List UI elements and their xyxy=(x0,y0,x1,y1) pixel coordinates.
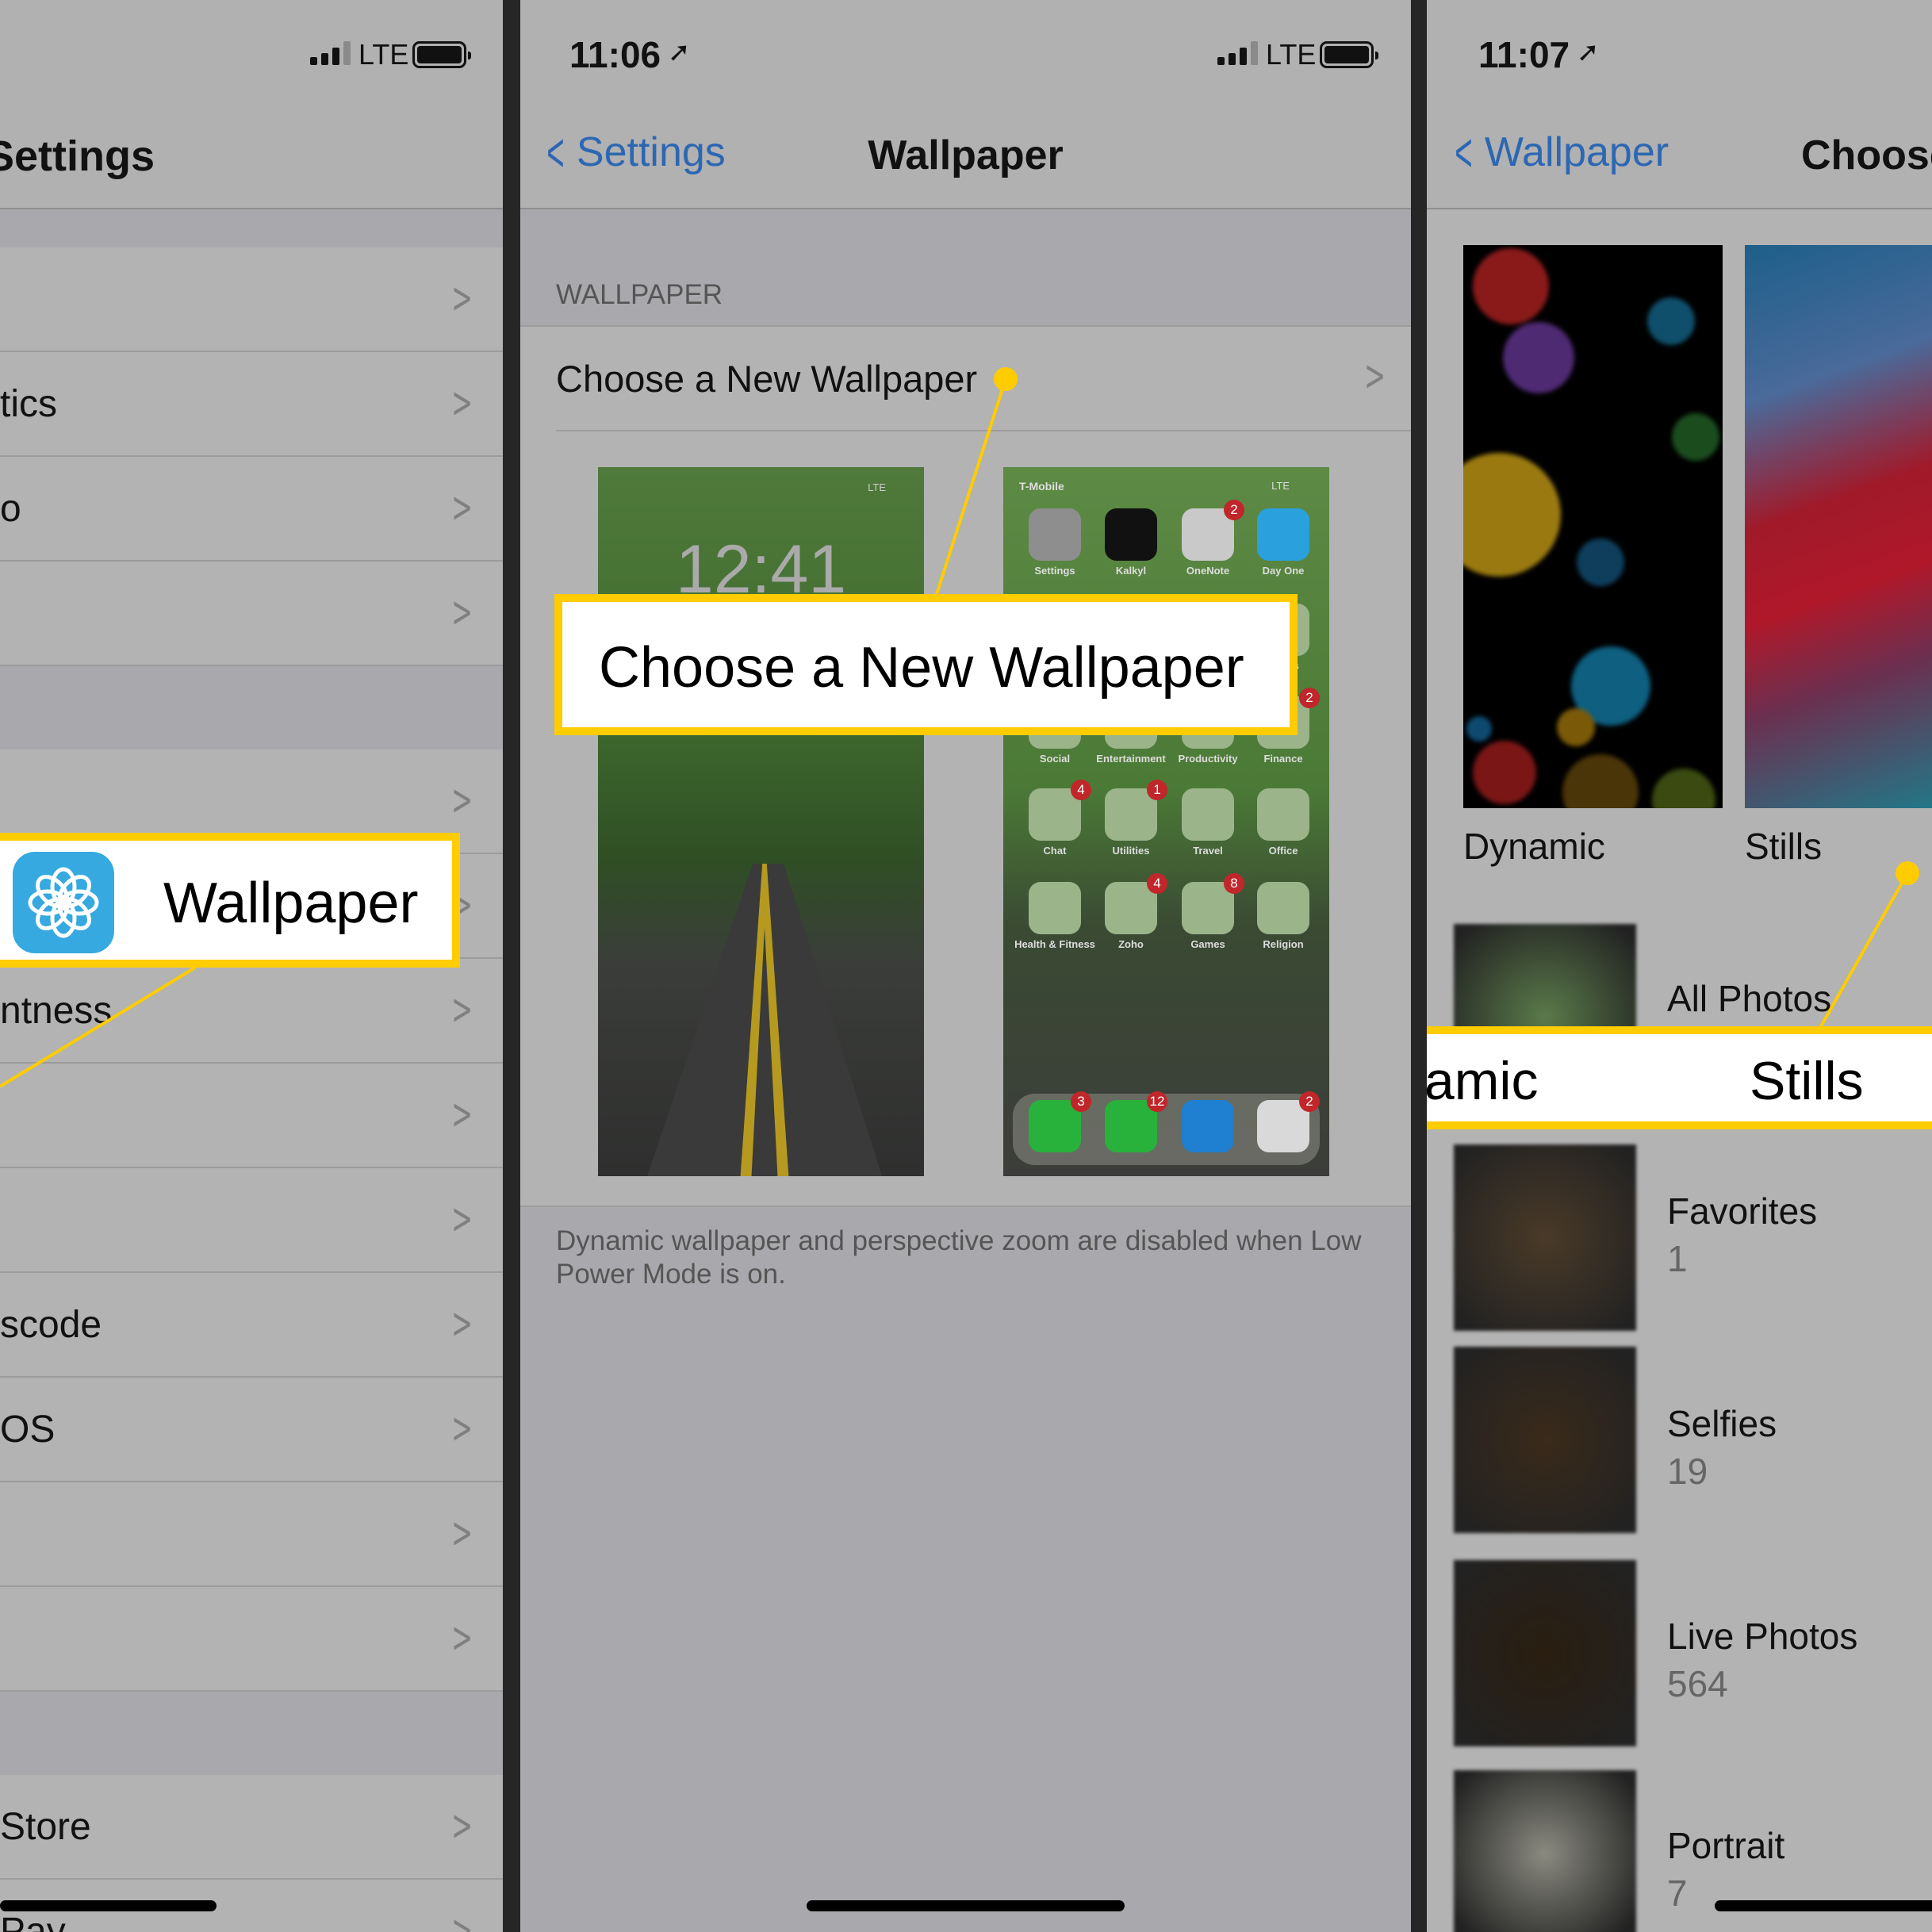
album-name: Selfies xyxy=(1667,1403,1777,1444)
callout-connector-line xyxy=(935,378,1007,595)
chevron-right-icon: > xyxy=(451,1403,473,1453)
app-label: Health & Fitness xyxy=(1014,938,1095,950)
callout-dynamic-label: Dynamic xyxy=(1427,1051,1539,1111)
album-thumbnail xyxy=(1454,1770,1636,1932)
notification-badge: 4 xyxy=(1071,780,1091,800)
settings-row[interactable]: > xyxy=(0,1168,503,1273)
wallpaper-settings-panel: 11:06 ➚ LTE < Settings Wallpaper WALLPAP… xyxy=(520,0,1411,1932)
settings-row[interactable]: > xyxy=(0,1587,503,1692)
app-label: Religion xyxy=(1263,938,1304,950)
home-indicator[interactable] xyxy=(0,1900,217,1911)
chevron-right-icon: > xyxy=(451,1194,473,1244)
notification-badge: 1 xyxy=(1147,780,1167,800)
app-label: Office xyxy=(1268,845,1298,857)
chevron-right-icon: > xyxy=(451,1298,473,1348)
settings-row[interactable]: Store > xyxy=(0,1775,503,1880)
notification-badge: 12 xyxy=(1147,1091,1167,1112)
app-label: Games xyxy=(1190,938,1225,950)
app-label: Chat xyxy=(1043,845,1067,857)
highlight-dot xyxy=(1896,861,1919,885)
app-label: Social xyxy=(1039,753,1071,765)
notification-badge: 4 xyxy=(1147,873,1167,894)
settings-panel: LTE Settings > tics > o > > > > ntness > > > scode > O… xyxy=(0,0,503,1932)
app-icon[interactable] xyxy=(1029,882,1081,934)
home-indicator[interactable] xyxy=(1715,1900,1932,1911)
panel-divider xyxy=(503,0,520,1932)
album-name: Live Photos xyxy=(1667,1616,1858,1657)
app-label: Utilities xyxy=(1112,845,1150,857)
settings-row-label: Store xyxy=(0,1806,91,1848)
callout-connector-line xyxy=(0,966,197,1088)
app-label: Finance xyxy=(1263,753,1303,765)
footer-note: Dynamic wallpaper and perspective zoom a… xyxy=(556,1225,1362,1290)
album-count: 19 xyxy=(1667,1451,1708,1492)
app-icon[interactable] xyxy=(1182,788,1234,841)
chevron-right-icon: > xyxy=(451,1612,473,1662)
choose-wallpaper-callout-label: Choose a New Wallpaper xyxy=(599,636,1244,700)
chevron-right-icon: > xyxy=(451,1508,473,1558)
app-label: Productivity xyxy=(1178,753,1238,765)
notification-badge: 3 xyxy=(1071,1091,1091,1112)
callout-stills-label: Stills xyxy=(1750,1051,1864,1111)
app-label: Zoho xyxy=(1118,938,1144,950)
album-thumbnail xyxy=(1454,1347,1636,1533)
settings-row[interactable]: OS > xyxy=(0,1378,503,1482)
notification-badge: 2 xyxy=(1299,1091,1320,1112)
home-indicator[interactable] xyxy=(807,1900,1125,1911)
notification-badge: 8 xyxy=(1224,873,1244,894)
dynamic-stills-callout[interactable]: Dynamic Stills xyxy=(1427,1026,1932,1129)
app-icon[interactable] xyxy=(1257,882,1309,934)
settings-row-label: scode xyxy=(0,1304,102,1346)
settings-row[interactable]: > xyxy=(0,1482,503,1587)
chevron-right-icon: > xyxy=(451,1800,473,1850)
album-thumbnail xyxy=(1454,1144,1636,1331)
app-label: Entertainment xyxy=(1096,753,1166,765)
album-count: 1 xyxy=(1667,1238,1688,1279)
album-count: 564 xyxy=(1667,1663,1728,1704)
settings-row[interactable]: scode > xyxy=(0,1273,503,1378)
app-label: Travel xyxy=(1193,845,1223,857)
album-name: Portrait xyxy=(1667,1825,1785,1866)
app-icon[interactable] xyxy=(1257,788,1309,841)
album-thumbnail xyxy=(1454,1560,1636,1746)
album-count: 7 xyxy=(1667,1873,1688,1914)
highlight-dot xyxy=(994,367,1018,391)
notification-badge: 2 xyxy=(1299,688,1320,708)
album-name: Favorites xyxy=(1667,1190,1818,1232)
settings-row-label: OS xyxy=(0,1409,56,1451)
chevron-right-icon: > xyxy=(451,1905,473,1932)
choose-wallpaper-panel: 11:07 ➚ < Wallpaper Choose Dynamic Still… xyxy=(1427,0,1932,1932)
edge-icon[interactable] xyxy=(1182,1100,1234,1152)
panel-divider xyxy=(1411,0,1427,1932)
callout-connector-line xyxy=(1819,872,1909,1027)
